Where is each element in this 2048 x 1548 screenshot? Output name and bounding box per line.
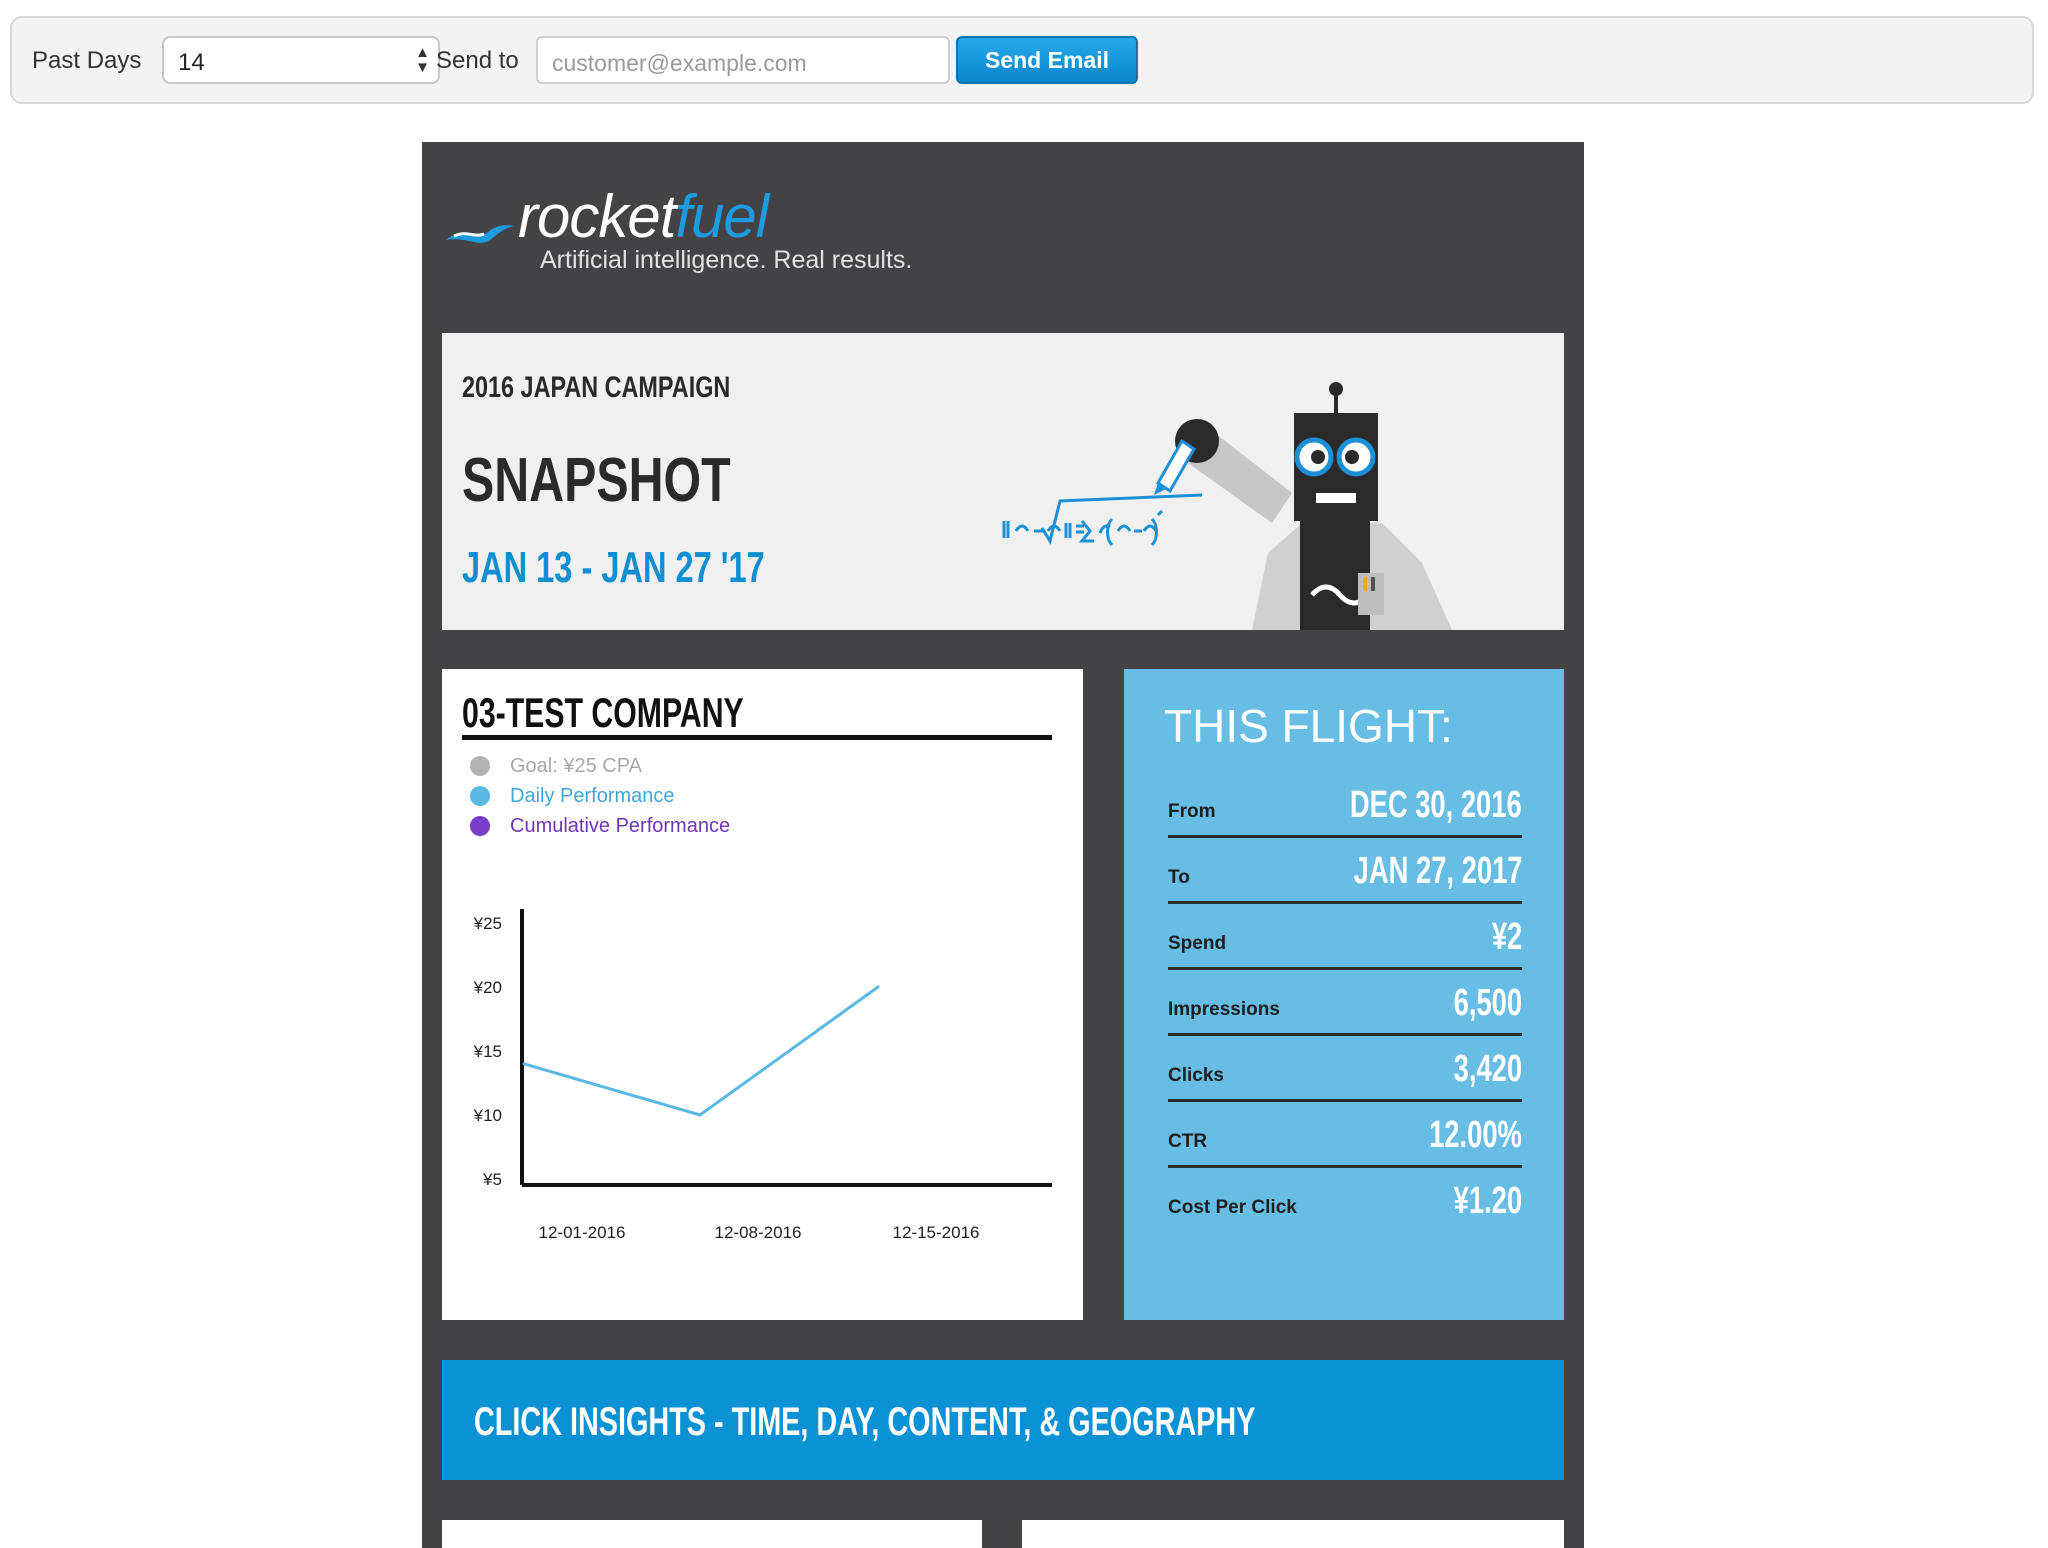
line-chart: ¥25 ¥20 ¥15 ¥10 ¥5 12-01-2016 12-08-2016 12-15-… xyxy=(473,909,1052,1242)
stat-row-cost-per-click: Cost Per Click ¥1.20 xyxy=(1168,1167,1522,1231)
data-point xyxy=(522,1062,526,1066)
rocket-swoosh-icon xyxy=(446,225,514,243)
y-tick-label: ¥5 xyxy=(482,1170,502,1189)
select-arrows-icon: ▲ ▼ xyxy=(415,44,430,76)
series-line-daily-performance xyxy=(523,985,879,1117)
formula-icon xyxy=(1002,493,1203,547)
send-to-label: Send to xyxy=(436,47,519,74)
x-tick-label: 12-08-2016 xyxy=(715,1223,802,1242)
legend-dot-icon xyxy=(470,816,490,836)
flight-stats-card: THIS FLIGHT: From DEC 30, 2016 To JAN 27… xyxy=(1124,669,1564,1320)
stat-value: 12.00% xyxy=(1429,1114,1522,1156)
campaign-name: 2016 JAPAN CAMPAIGN xyxy=(462,371,731,404)
past-days-label: Past Days xyxy=(32,47,142,74)
stat-row-spend: Spend ¥2 xyxy=(1168,903,1522,970)
insight-card-left xyxy=(442,1520,982,1548)
stat-value: ¥2 xyxy=(1491,916,1522,958)
y-tick-label: ¥25 xyxy=(473,914,502,933)
stat-label: To xyxy=(1168,867,1190,888)
hero-date-range: JAN 13 - JAN 27 '17 xyxy=(462,543,765,592)
company-name: 03-TEST COMPANY xyxy=(462,689,744,736)
click-insights-banner: CLICK INSIGHTS - TIME, DAY, CONTENT, & G… xyxy=(442,1360,1564,1480)
flight-title: THIS FLIGHT: xyxy=(1164,700,1453,752)
email-placeholder: customer@example.com xyxy=(552,50,807,76)
insight-card-right xyxy=(1022,1520,1564,1548)
data-point xyxy=(698,1113,702,1117)
stat-label: CTR xyxy=(1168,1131,1208,1152)
y-tick-label: ¥10 xyxy=(473,1106,502,1125)
stat-value: 3,420 xyxy=(1453,1048,1522,1090)
stat-row-from: From DEC 30, 2016 xyxy=(1168,771,1522,838)
past-days-select[interactable]: 14 ▲ ▼ xyxy=(162,36,440,84)
hero-title: SNAPSHOT xyxy=(462,446,731,515)
email-preview: rocketfuel Artificial intelligence. Real… xyxy=(422,142,1584,1548)
stat-value: JAN 27, 2017 xyxy=(1353,850,1522,892)
stat-label: Clicks xyxy=(1168,1065,1224,1086)
legend-label: Goal: ¥25 CPA xyxy=(510,755,642,777)
hero-banner: 2016 JAPAN CAMPAIGN SNAPSHOT JAN 13 - JA… xyxy=(442,333,1564,630)
legend-label: Cumulative Performance xyxy=(510,815,731,837)
y-tick-label: ¥15 xyxy=(473,1042,502,1061)
robot-illustration xyxy=(1002,382,1452,630)
stat-row-ctr: CTR 12.00% xyxy=(1168,1101,1522,1168)
stat-value: DEC 30, 2016 xyxy=(1350,784,1522,826)
past-days-value: 14 xyxy=(178,49,205,76)
stat-row-clicks: Clicks 3,420 xyxy=(1168,1035,1522,1102)
stat-label: Spend xyxy=(1168,933,1227,954)
stat-value: 6,500 xyxy=(1453,982,1522,1024)
y-tick-label: ¥20 xyxy=(473,978,502,997)
performance-chart-card: 03-TEST COMPANY Goal: ¥25 CPA Daily Perf… xyxy=(442,669,1083,1320)
email-input[interactable]: customer@example.com xyxy=(536,36,950,84)
stat-label: Cost Per Click xyxy=(1168,1197,1297,1218)
send-email-button[interactable]: Send Email xyxy=(956,36,1138,84)
insights-title: CLICK INSIGHTS - TIME, DAY, CONTENT, & G… xyxy=(474,1400,1256,1444)
legend-label: Daily Performance xyxy=(510,785,675,807)
data-point xyxy=(876,985,880,989)
report-toolbar: Past Days 14 ▲ ▼ Send to customer@example… xyxy=(10,16,2034,104)
logo-tagline: Artificial intelligence. Real results. xyxy=(540,246,913,274)
title-divider xyxy=(462,735,1052,740)
x-tick-label: 12-01-2016 xyxy=(539,1223,626,1242)
stat-label: Impressions xyxy=(1168,999,1280,1020)
stat-row-impressions: Impressions 6,500 xyxy=(1168,969,1522,1036)
logo-wordmark: rocketfuel xyxy=(518,183,769,250)
stat-label: From xyxy=(1168,801,1216,822)
legend-dot-icon xyxy=(470,786,490,806)
stat-row-to: To JAN 27, 2017 xyxy=(1168,837,1522,904)
x-tick-label: 12-15-2016 xyxy=(893,1223,980,1242)
legend-dot-icon xyxy=(470,756,490,776)
stat-value: ¥1.20 xyxy=(1453,1180,1522,1222)
